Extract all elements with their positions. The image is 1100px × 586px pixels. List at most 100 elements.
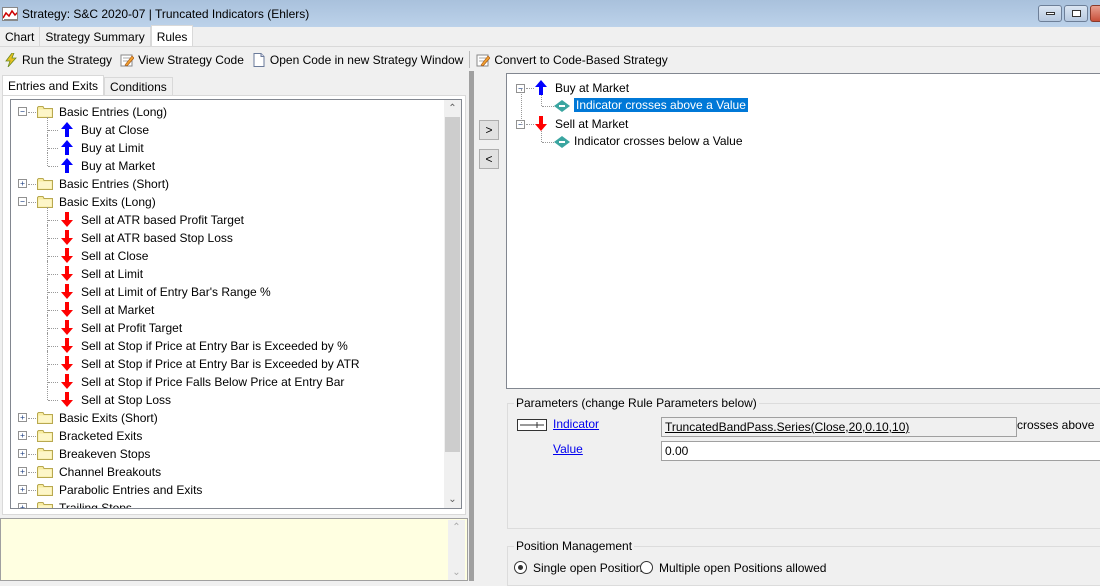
tree-item[interactable]: Sell at Market — [11, 297, 443, 319]
tree-item-label: Sell at Market — [81, 303, 155, 317]
sell-arrow-icon — [61, 374, 73, 389]
strategy-rule[interactable]: − Sell at Market Indicator crosses below a… — [507, 115, 1100, 151]
folder-icon — [37, 412, 53, 424]
tree-folder[interactable]: + Breakeven Stops — [11, 445, 443, 463]
restore-icon — [1071, 10, 1081, 17]
scroll-down-button[interactable]: ⌄ — [448, 567, 465, 578]
tree-item[interactable]: Sell at ATR based Profit Target — [11, 207, 443, 229]
tab-strategy-summary[interactable]: Strategy Summary — [40, 27, 151, 46]
rule-library-panel: Entries and Exits Conditions − Basic Entr… — [0, 73, 468, 581]
expand-toggle[interactable]: + — [18, 179, 27, 188]
rule-condition[interactable]: Indicator crosses below a Value — [574, 134, 743, 148]
tree-item[interactable]: Sell at Close — [11, 243, 443, 265]
tree-item[interactable]: Buy at Close — [11, 117, 443, 139]
expand-toggle[interactable]: + — [18, 431, 27, 440]
sell-arrow-icon — [61, 248, 73, 263]
sell-arrow-icon — [61, 212, 73, 227]
toolbar: Run the Strategy View Strategy Code Open… — [0, 48, 1100, 71]
tree-folder[interactable]: + Bracketed Exits — [11, 427, 443, 445]
single-position-label: Single open Position — [533, 561, 643, 575]
panel-splitter[interactable] — [469, 71, 474, 581]
tree-item-label: Buy at Limit — [81, 141, 144, 155]
tree-folder[interactable]: + Basic Entries (Short) — [11, 175, 443, 193]
folder-icon — [37, 502, 53, 508]
sell-arrow-icon — [61, 338, 73, 353]
folder-icon — [37, 430, 53, 442]
tree-item[interactable]: Sell at Stop if Price Falls Below Price … — [11, 369, 443, 391]
scroll-down-button[interactable]: ⌄ — [444, 491, 461, 508]
tree-item[interactable]: Sell at Stop Loss — [11, 387, 443, 409]
add-rule-button[interactable]: > — [479, 120, 499, 140]
strategy-rule[interactable]: − Buy at Market Indicator crosses above a … — [507, 79, 1100, 115]
close-button[interactable] — [1090, 5, 1100, 22]
view-strategy-code-label: View Strategy Code — [138, 52, 244, 67]
restore-button[interactable] — [1064, 5, 1088, 22]
value-input[interactable]: 0.00 — [661, 441, 1100, 461]
buy-arrow-icon — [61, 122, 73, 137]
tree-folder[interactable]: − Basic Exits (Long) — [11, 193, 443, 211]
expand-toggle[interactable]: + — [18, 503, 27, 508]
convert-strategy-button[interactable]: Convert to Code-Based Strategy — [472, 49, 671, 70]
expand-toggle[interactable]: + — [18, 449, 27, 458]
document-icon — [253, 52, 265, 67]
parameters-group: Parameters (change Rule Parameters below… — [507, 396, 1100, 529]
tree-item-label: Sell at ATR based Profit Target — [81, 213, 244, 227]
tab-conditions[interactable]: Conditions — [104, 77, 173, 96]
tree-item[interactable]: Buy at Limit — [11, 135, 443, 157]
tab-rules[interactable]: Rules — [150, 25, 194, 46]
description-scrollbar[interactable]: ⌃ ⌄ — [448, 520, 465, 580]
run-strategy-label: Run the Strategy — [22, 52, 113, 67]
strategy-rules-tree: − Buy at Market Indicator crosses above a … — [506, 73, 1100, 389]
run-strategy-button[interactable]: Run the Strategy — [0, 49, 116, 70]
tree-folder[interactable]: + Parabolic Entries and Exits — [11, 481, 443, 499]
tree-folder-label: Parabolic Entries and Exits — [59, 483, 203, 497]
position-management-group: Position Management Single open Position… — [507, 539, 1100, 586]
tree-scrollbar[interactable]: ⌃ ⌄ — [444, 100, 461, 508]
tree-item-label: Sell at Profit Target — [81, 321, 183, 335]
collapse-toggle[interactable]: − — [18, 197, 27, 206]
remove-rule-button[interactable]: < — [479, 149, 499, 169]
tree-folder[interactable]: − Basic Entries (Long) — [11, 103, 443, 121]
tree-folder[interactable]: + Trailing Stops — [11, 499, 443, 508]
tree-item[interactable]: Sell at Limit of Entry Bar's Range % — [11, 279, 443, 301]
tree-item[interactable]: Sell at Stop if Price at Entry Bar is Ex… — [11, 351, 443, 373]
expand-toggle[interactable]: + — [18, 485, 27, 494]
tree-item[interactable]: Sell at Limit — [11, 261, 443, 283]
tree-item[interactable]: Sell at Stop if Price at Entry Bar is Ex… — [11, 333, 443, 355]
expand-toggle[interactable]: + — [18, 413, 27, 422]
buy-arrow-icon — [61, 140, 73, 155]
tree-connector — [521, 89, 522, 125]
collapse-toggle[interactable]: − — [18, 107, 27, 116]
rule-tree: − Basic Entries (Long) Buy at Close Buy at … — [10, 99, 462, 509]
multiple-positions-label: Multiple open Positions allowed — [659, 561, 827, 575]
indicator-field[interactable]: TruncatedBandPass.Series(Close,20,0.10,1… — [661, 417, 1017, 437]
main-tabs: Chart Strategy Summary Rules — [0, 25, 1100, 47]
chart-app-icon — [2, 6, 18, 21]
indicator-series-icon — [517, 419, 547, 431]
indicator-link[interactable]: Indicator — [553, 417, 599, 431]
expand-toggle[interactable]: + — [18, 467, 27, 476]
open-code-button[interactable]: Open Code in new Strategy Window — [248, 49, 467, 70]
view-strategy-code-button[interactable]: View Strategy Code — [116, 49, 248, 70]
folder-icon — [37, 466, 53, 478]
single-position-radio[interactable] — [514, 561, 527, 574]
minimize-button[interactable] — [1038, 5, 1062, 22]
tree-folder[interactable]: + Basic Exits (Short) — [11, 409, 443, 427]
value-link[interactable]: Value — [553, 442, 583, 456]
tree-item-label: Sell at Stop if Price at Entry Bar is Ex… — [81, 357, 360, 371]
folder-icon — [37, 106, 53, 118]
tree-folder[interactable]: + Channel Breakouts — [11, 463, 443, 481]
scroll-thumb[interactable] — [445, 117, 460, 452]
tree-item[interactable]: Sell at Profit Target — [11, 315, 443, 337]
tree-item[interactable]: Buy at Market — [11, 153, 443, 175]
tree-item-label: Sell at Stop if Price at Entry Bar is Ex… — [81, 339, 348, 353]
tree-item[interactable]: Sell at ATR based Stop Loss — [11, 225, 443, 247]
condition-icon — [554, 136, 570, 148]
tab-chart[interactable]: Chart — [0, 27, 41, 46]
scroll-up-button[interactable]: ⌃ — [448, 522, 465, 533]
rule-condition[interactable]: Indicator crosses above a Value — [574, 98, 748, 112]
sell-arrow-icon — [61, 266, 73, 281]
scroll-up-button[interactable]: ⌃ — [444, 100, 461, 117]
tab-entries-and-exits[interactable]: Entries and Exits — [2, 75, 105, 96]
multiple-positions-radio[interactable] — [640, 561, 653, 574]
